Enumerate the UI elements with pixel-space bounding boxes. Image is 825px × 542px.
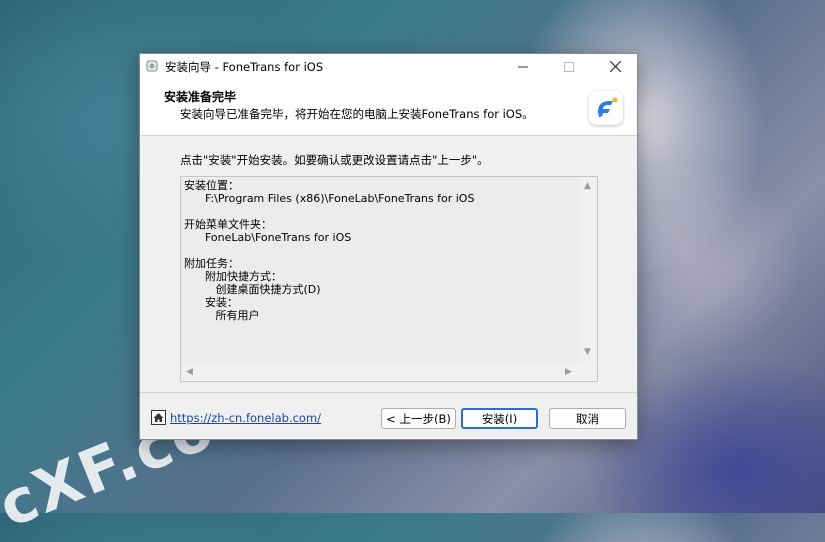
wizard-header: 安装准备完毕 安装向导已准备完毕，将开始在您的电脑上安装FoneTrans fo… — [140, 79, 637, 136]
vertical-scrollbar[interactable]: ▲ ▼ — [580, 177, 597, 363]
back-button[interactable]: < 上一步(B) — [381, 408, 456, 429]
settings-summary-box: 安装位置： F:\Program Files (x86)\FoneLab\Fon… — [180, 176, 598, 382]
summary-line: 安装： — [184, 296, 238, 309]
page-subtitle: 安装向导已准备完毕，将开始在您的电脑上安装FoneTrans for iOS。 — [180, 107, 534, 121]
summary-line — [184, 205, 574, 218]
horizontal-scrollbar[interactable]: ◀ ▶ — [181, 364, 597, 381]
summary-line: 所有用户 — [184, 309, 260, 322]
scroll-up-arrow-icon[interactable]: ▲ — [584, 181, 591, 191]
summary-line: 附加任务： — [184, 257, 239, 270]
install-button[interactable]: 安装(I) — [461, 408, 538, 429]
maximize-button[interactable] — [546, 54, 592, 79]
installer-window: 安装向导 - FoneTrans for iOS 安装准备完毕 安装向导已准备完… — [139, 53, 638, 440]
summary-line: 安装位置： — [184, 179, 239, 192]
home-icon[interactable] — [151, 410, 166, 425]
close-button[interactable] — [592, 54, 638, 79]
scroll-left-arrow-icon[interactable]: ◀ — [186, 367, 193, 377]
instruction-text: 点击"安装"开始安装。如要确认或更改设置请点击"上一步"。 — [180, 153, 489, 167]
installer-app-icon — [146, 60, 158, 72]
maximize-icon — [564, 61, 574, 72]
scroll-down-arrow-icon[interactable]: ▼ — [584, 347, 591, 357]
minimize-button[interactable] — [500, 54, 546, 79]
summary-line: F:\Program Files (x86)\FoneLab\FoneTrans… — [184, 192, 475, 205]
fonetrans-logo-icon — [589, 91, 623, 125]
footer-divider — [140, 392, 637, 393]
website-link[interactable]: https://zh-cn.fonelab.com/ — [170, 411, 321, 425]
page-title: 安装准备完毕 — [164, 90, 237, 104]
summary-line: 附加快捷方式： — [184, 270, 282, 283]
summary-line: FoneLab\FoneTrans for iOS — [184, 231, 352, 244]
close-icon — [609, 61, 621, 72]
settings-summary-text: 安装位置： F:\Program Files (x86)\FoneLab\Fon… — [184, 179, 574, 357]
cancel-button[interactable]: 取消 — [549, 408, 626, 429]
window-title: 安装向导 - FoneTrans for iOS — [165, 60, 324, 74]
minimize-icon — [518, 66, 528, 67]
scroll-right-arrow-icon[interactable]: ▶ — [565, 367, 572, 377]
summary-line: 创建桌面快捷方式(D) — [184, 283, 321, 296]
summary-line — [184, 244, 574, 257]
title-bar[interactable]: 安装向导 - FoneTrans for iOS — [140, 54, 637, 79]
summary-line: 开始菜单文件夹： — [184, 218, 272, 231]
